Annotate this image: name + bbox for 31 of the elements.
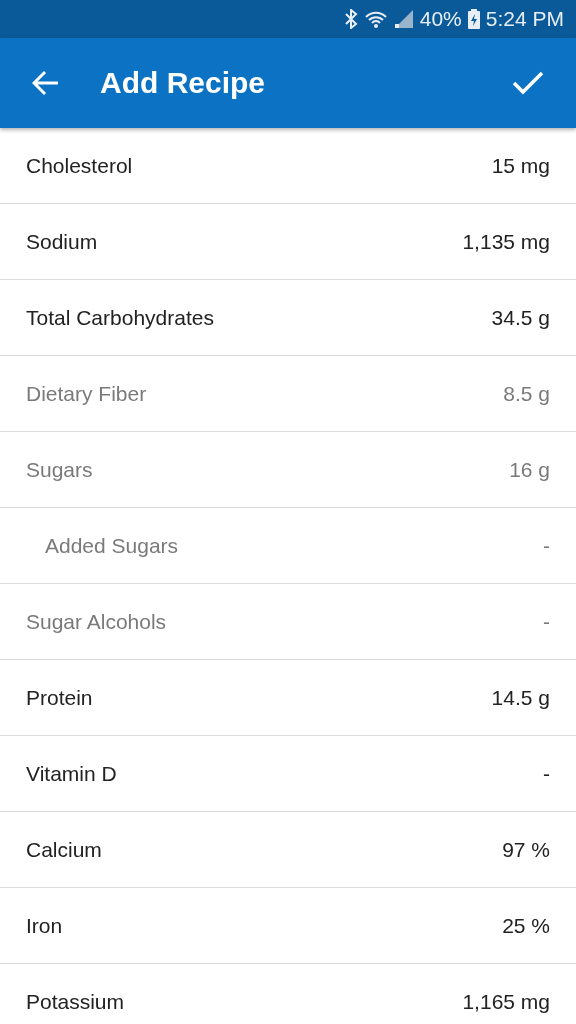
nutrient-amount: 14.5 g xyxy=(491,685,550,710)
nutrient-amount: - xyxy=(543,609,550,634)
nutrient-name: Dietary Fiber xyxy=(26,381,147,406)
bluetooth-icon xyxy=(343,9,358,29)
screen-title: Add Recipe xyxy=(100,66,267,100)
nutrient-name: Sugars xyxy=(26,457,93,482)
nutrient-amount: 8.5 g xyxy=(503,381,550,406)
nutrient-amount: 1,165 mg xyxy=(462,989,550,1014)
clock-time: 5:24 PM xyxy=(485,7,564,31)
nutrient-name: Added Sugars xyxy=(45,533,179,558)
nutrient-name: Sodium xyxy=(26,229,98,254)
nutrient-amount: 34.5 g xyxy=(491,305,550,330)
nutrient-amount: - xyxy=(543,761,550,786)
nutrient-name: Calcium xyxy=(26,837,102,862)
nutrient-name: Iron xyxy=(26,913,63,938)
battery-icon xyxy=(467,9,480,29)
signal-icon xyxy=(393,9,414,29)
nutrient-amount: 16 g xyxy=(509,457,550,482)
wifi-icon xyxy=(363,9,388,29)
nutrient-name: Total Carbohydrates xyxy=(26,305,214,330)
nutrient-amount: 25 % xyxy=(502,913,550,938)
nutrient-name: Vitamin D xyxy=(26,761,117,786)
nutrient-amount: 97 % xyxy=(502,837,550,862)
nutrient-name: Sugar Alcohols xyxy=(26,609,167,634)
nutrient-amount: 1,135 mg xyxy=(462,229,550,254)
nutrient-amount: - xyxy=(543,533,550,558)
nutrient-name: Potassium xyxy=(26,989,125,1014)
battery-percent: 40% xyxy=(419,7,462,31)
nutrient-name: Cholesterol xyxy=(26,153,133,178)
nutrient-amount: 15 mg xyxy=(491,153,550,178)
nutrient-name: Protein xyxy=(26,685,93,710)
